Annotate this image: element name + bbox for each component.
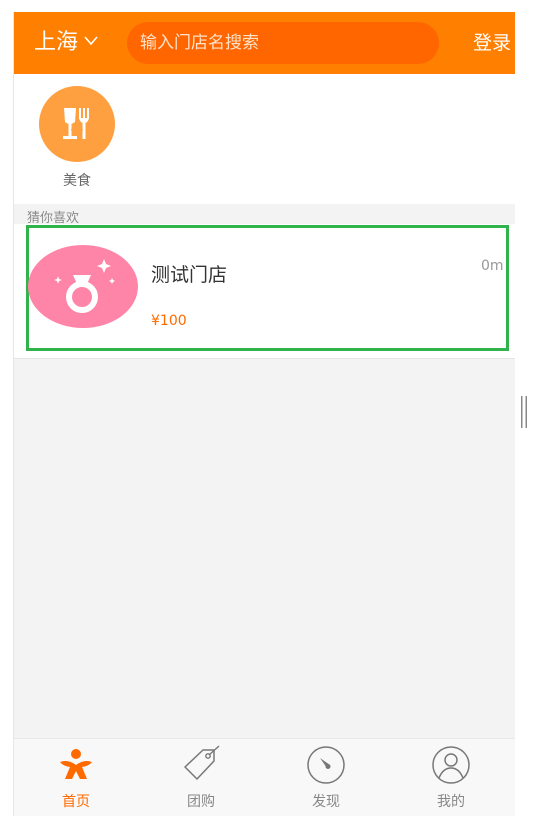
store-name: 测试门店 <box>151 264 228 286</box>
category-item-food[interactable]: 美食 <box>38 86 116 196</box>
chevron-down-icon[interactable] <box>84 36 98 46</box>
store-list-item[interactable]: 测试门店 ¥100 0m <box>14 224 515 359</box>
tab-label: 团购 <box>187 794 215 810</box>
search-input[interactable] <box>127 22 440 64</box>
bottom-tab-bar: 首页 团购 发现 我的 <box>14 738 515 816</box>
home-icon <box>60 749 92 779</box>
tab-label: 首页 <box>62 794 90 810</box>
food-icon <box>63 108 89 139</box>
store-price: ¥100 <box>151 313 187 329</box>
login-button[interactable]: 登录 <box>473 28 511 58</box>
tab-label: 发现 <box>312 794 340 810</box>
tag-icon <box>184 745 220 780</box>
category-label: 美食 <box>63 173 91 189</box>
tab-group-buy[interactable]: 团购 <box>139 739 263 816</box>
top-bar: 上海 登录 <box>14 12 515 74</box>
tab-label: 我的 <box>437 794 465 810</box>
store-distance: 0m <box>481 258 504 274</box>
tab-discover[interactable]: 发现 <box>264 739 388 816</box>
tab-home[interactable]: 首页 <box>14 739 138 816</box>
category-icon-circle <box>39 86 115 162</box>
search-box[interactable] <box>127 22 440 64</box>
resize-handle[interactable] <box>521 396 528 428</box>
tab-mine[interactable]: 我的 <box>389 739 513 816</box>
city-selector[interactable]: 上海 <box>34 28 78 58</box>
compass-icon <box>307 746 345 784</box>
ring-icon <box>28 245 138 328</box>
phone-screen: 上海 登录 美食 <box>13 12 515 816</box>
category-grid: 美食 <box>14 74 515 204</box>
user-icon <box>432 746 470 784</box>
